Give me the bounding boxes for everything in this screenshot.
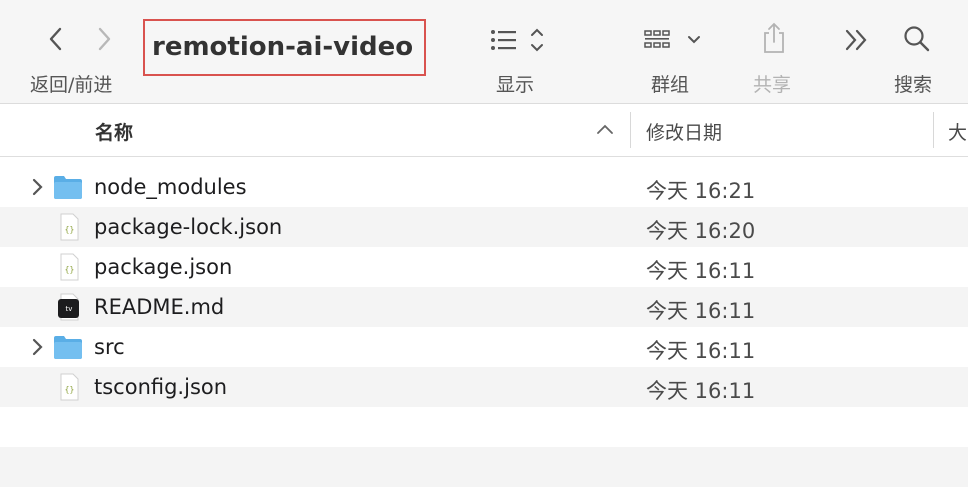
chevron-right-icon [98, 27, 111, 51]
file-modified-date: 今天 16:20 [646, 219, 756, 243]
file-row-node-modules[interactable]: node_modules 今天 16:21 [0, 167, 968, 207]
share-button[interactable] [756, 20, 792, 56]
finder-toolbar: 返回/前进 remotion-ai-video 显示 群组 共享 搜索 [0, 0, 968, 104]
svg-text:{}: {} [65, 265, 75, 274]
sort-ascending-icon[interactable] [596, 122, 614, 136]
file-name: README.md [94, 295, 225, 319]
empty-row [0, 447, 968, 487]
file-name: package-lock.json [94, 215, 283, 239]
forward-button[interactable] [90, 24, 120, 54]
view-label: 显示 [496, 74, 535, 96]
file-modified-date: 今天 16:11 [646, 379, 756, 403]
chevron-left-icon [49, 27, 62, 51]
json-file-icon: {} [60, 373, 79, 401]
json-file-icon: {} [60, 253, 79, 281]
search-icon [904, 26, 930, 52]
file-modified-date: 今天 16:21 [646, 179, 756, 203]
file-row-readme-md[interactable]: tv README.md 今天 16:11 [0, 287, 968, 327]
group-label: 群组 [651, 74, 690, 96]
file-name: node_modules [94, 175, 247, 199]
column-header-size[interactable]: 大 [948, 118, 967, 145]
more-toolbar-button[interactable] [840, 24, 874, 56]
file-list: node_modules 今天 16:21 {} package-lock.js… [0, 167, 968, 487]
file-row-src[interactable]: src 今天 16:11 [0, 327, 968, 367]
back-button[interactable] [40, 24, 70, 54]
file-name: src [94, 335, 125, 359]
window-title: remotion-ai-video [152, 32, 414, 62]
column-header-row: 名称 修改日期 大 [0, 104, 968, 157]
empty-row [0, 407, 968, 447]
disclosure-triangle-icon[interactable] [28, 177, 48, 197]
markdown-file-icon: tv [58, 293, 79, 321]
folder-icon [54, 336, 82, 359]
file-row-tsconfig-json[interactable]: {} tsconfig.json 今天 16:11 [0, 367, 968, 407]
group-grid-icon [644, 30, 700, 48]
disclosure-triangle-icon[interactable] [28, 337, 48, 357]
share-icon [764, 22, 784, 53]
json-file-icon: {} [60, 213, 79, 241]
search-label: 搜索 [894, 74, 933, 96]
group-button[interactable] [642, 24, 706, 56]
column-header-name[interactable]: 名称 [95, 118, 133, 145]
column-separator[interactable] [933, 112, 934, 148]
column-separator[interactable] [630, 112, 631, 148]
svg-text:tv: tv [66, 305, 73, 313]
list-view-icon [491, 28, 543, 52]
file-modified-date: 今天 16:11 [646, 259, 756, 283]
share-label: 共享 [753, 74, 792, 96]
search-button[interactable] [900, 22, 934, 56]
svg-text:{}: {} [65, 385, 75, 394]
svg-text:{}: {} [65, 225, 75, 234]
view-options-button[interactable] [487, 24, 549, 56]
column-header-modified[interactable]: 修改日期 [646, 118, 722, 145]
nav-label: 返回/前进 [30, 74, 113, 96]
file-row-package-lock-json[interactable]: {} package-lock.json 今天 16:20 [0, 207, 968, 247]
folder-icon [54, 176, 82, 199]
double-chevron-right-icon [845, 29, 867, 51]
file-name: tsconfig.json [94, 375, 228, 399]
file-row-package-json[interactable]: {} package.json 今天 16:11 [0, 247, 968, 287]
file-modified-date: 今天 16:11 [646, 299, 756, 323]
file-modified-date: 今天 16:11 [646, 339, 756, 363]
file-name: package.json [94, 255, 233, 279]
